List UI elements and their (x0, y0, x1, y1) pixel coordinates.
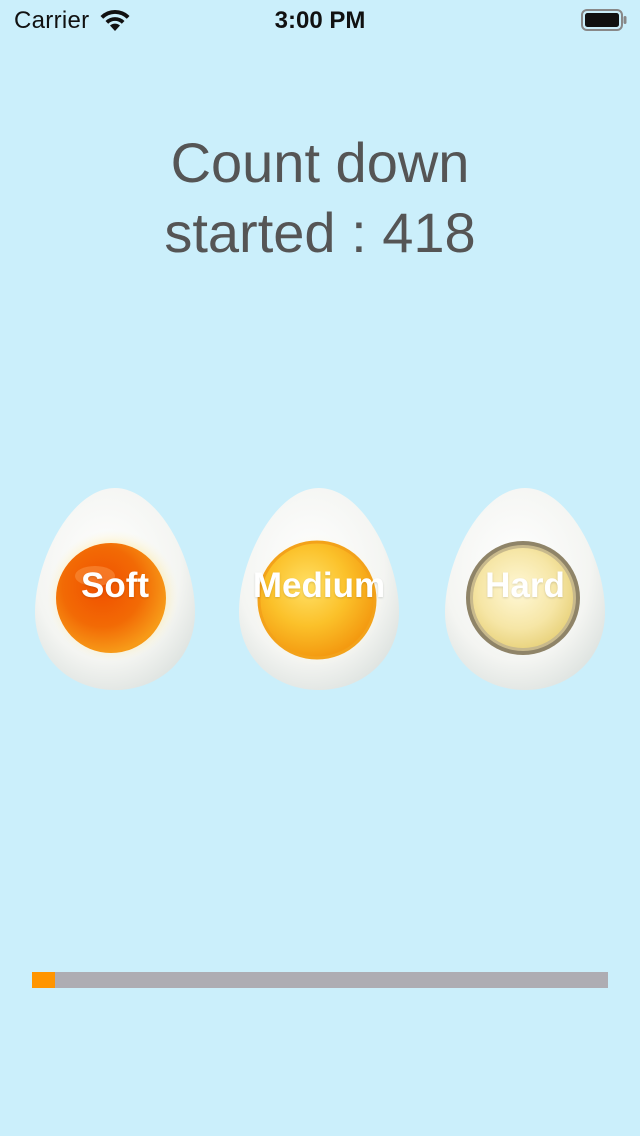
countdown-progress-bar (32, 972, 608, 988)
hard-label: Hard (485, 566, 565, 605)
soft-label: Soft (80, 566, 150, 605)
medium-egg-button[interactable]: Medium (237, 484, 401, 692)
soft-egg-button[interactable]: Soft (33, 484, 197, 692)
status-bar: Carrier 3:00 PM (0, 0, 640, 40)
battery-full-icon (581, 9, 627, 31)
progress-fill (32, 972, 56, 988)
hard-egg-button[interactable]: Hard (443, 484, 607, 692)
egg-timer-screen: Carrier 3:00 PM Count down started : 418 (0, 0, 640, 1136)
medium-label: Medium (252, 566, 386, 605)
countdown-title: Count down started : 418 (40, 128, 600, 268)
title-line-1: Count down (170, 131, 470, 194)
title-line-2: started : 418 (164, 201, 476, 264)
clock-time: 3:00 PM (274, 7, 366, 34)
